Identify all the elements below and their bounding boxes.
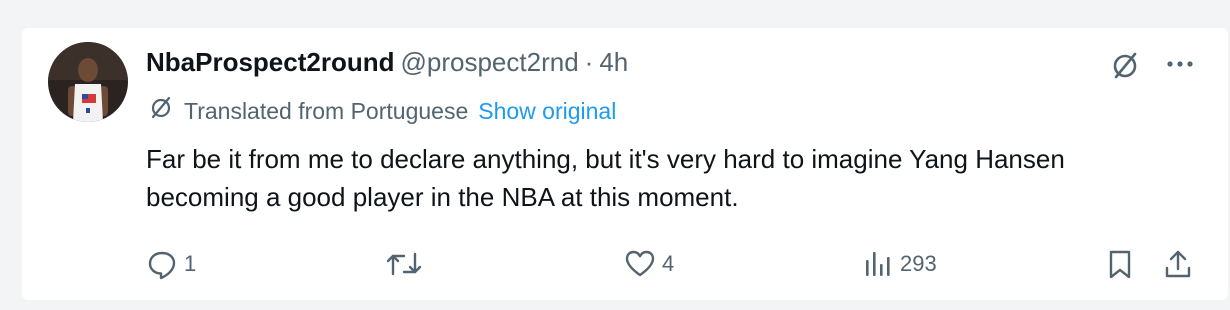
heart-icon <box>624 248 656 280</box>
avatar[interactable] <box>48 42 128 122</box>
like-count: 4 <box>662 251 675 276</box>
timestamp[interactable]: 4h <box>599 47 628 77</box>
like-button[interactable]: 4 <box>624 244 674 284</box>
views-icon <box>862 248 894 280</box>
reply-icon <box>146 248 178 280</box>
share-button[interactable] <box>1162 244 1194 284</box>
repost-icon <box>384 248 424 280</box>
grok-slash-icon[interactable] <box>1108 48 1142 87</box>
reply-count: 1 <box>184 251 197 276</box>
bookmark-button[interactable] <box>1104 244 1136 284</box>
view-count: 293 <box>900 251 937 276</box>
repost-button[interactable] <box>384 244 430 284</box>
translation-notice: Translated from Portuguese Show original <box>148 94 616 128</box>
more-icon[interactable] <box>1164 56 1196 77</box>
bookmark-icon <box>1104 248 1136 280</box>
share-icon <box>1162 248 1194 280</box>
tweet-header: NbaProspect2round @prospect2rnd · 4h <box>146 44 628 80</box>
reply-button[interactable]: 1 <box>146 244 196 284</box>
show-original-link[interactable]: Show original <box>478 95 616 127</box>
separator-dot: · <box>584 47 594 77</box>
tweet-text: Far be it from me to declare anything, b… <box>146 144 1065 212</box>
user-handle[interactable]: @prospect2rnd <box>401 47 579 77</box>
display-name[interactable]: NbaProspect2round <box>146 47 395 77</box>
translate-icon <box>148 94 174 128</box>
views-button[interactable]: 293 <box>862 244 937 284</box>
translated-label: Translated from Portuguese <box>184 98 469 124</box>
